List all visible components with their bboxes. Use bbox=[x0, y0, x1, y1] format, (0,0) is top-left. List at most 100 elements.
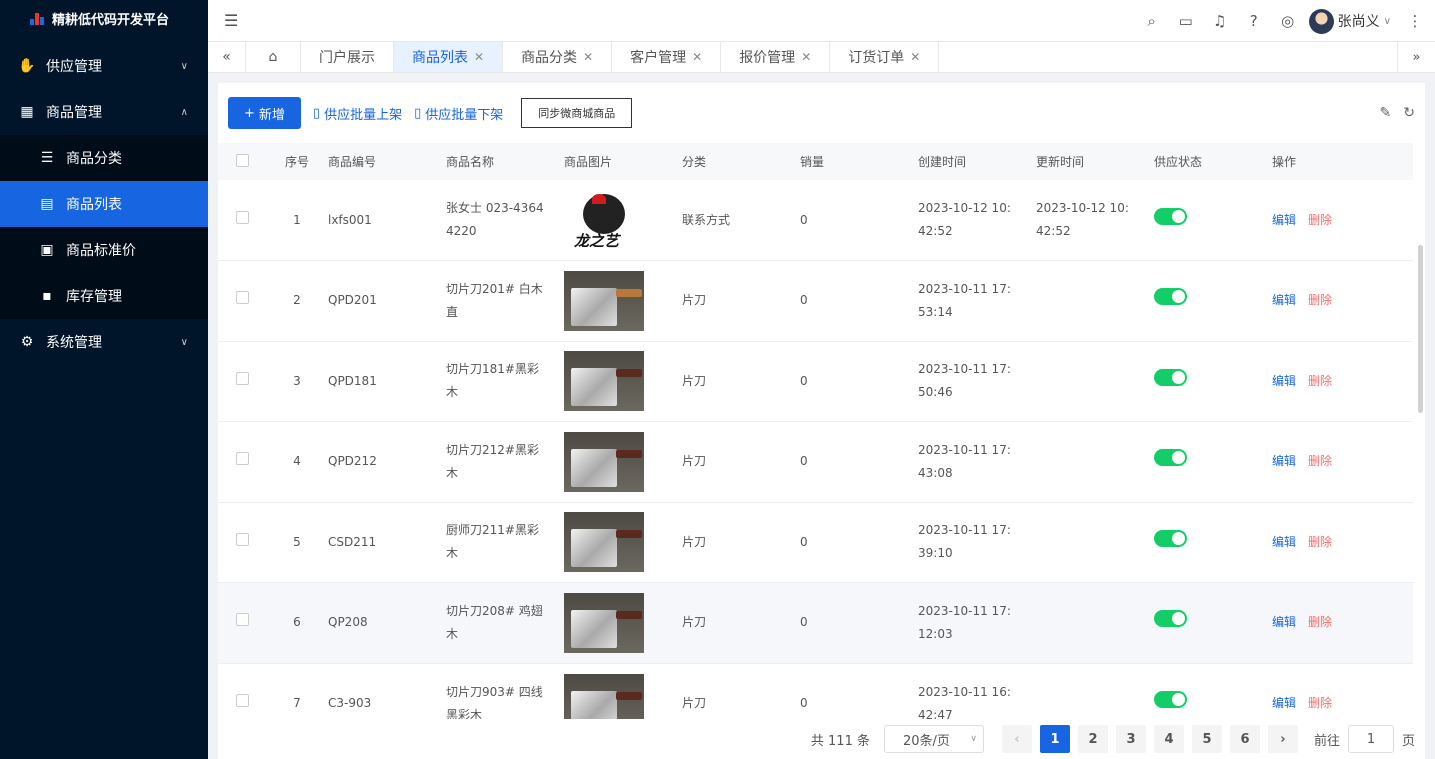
edit-button[interactable]: 编辑 bbox=[1272, 611, 1296, 634]
delete-button[interactable]: 删除 bbox=[1308, 450, 1332, 473]
message-icon[interactable]: ▭ bbox=[1169, 0, 1203, 42]
more-vertical-icon[interactable]: ⋮ bbox=[1405, 0, 1425, 42]
edit-button[interactable]: 编辑 bbox=[1272, 692, 1296, 715]
prev-page-button[interactable]: ‹ bbox=[1001, 725, 1032, 753]
page-button[interactable]: 4 bbox=[1153, 725, 1184, 753]
delete-button[interactable]: 删除 bbox=[1308, 289, 1332, 312]
user-menu[interactable]: 张尚义 ∨ bbox=[1308, 8, 1391, 34]
delete-button[interactable]: 删除 bbox=[1308, 370, 1332, 393]
sync-mall-button[interactable]: 同步微商城商品 bbox=[521, 98, 633, 128]
delete-button[interactable]: 删除 bbox=[1308, 611, 1332, 634]
row-checkbox[interactable] bbox=[236, 694, 249, 707]
delete-button[interactable]: 删除 bbox=[1308, 531, 1332, 554]
row-checkbox[interactable] bbox=[236, 532, 249, 546]
page-size-select[interactable]: 20条/页 ∨ bbox=[883, 725, 984, 753]
supply-status-switch[interactable] bbox=[1154, 368, 1187, 386]
row-checkbox[interactable] bbox=[236, 210, 249, 224]
product-image bbox=[564, 270, 644, 331]
add-button[interactable]: + 新增 bbox=[228, 97, 301, 129]
supply-status-switch[interactable] bbox=[1154, 691, 1187, 708]
sidebar-item-goods[interactable]: ▦ 商品管理 ∧ bbox=[0, 89, 208, 135]
page-button[interactable]: 6 bbox=[1229, 725, 1260, 753]
product-image bbox=[564, 512, 644, 573]
sidebar-item-label: 商品列表 bbox=[66, 197, 122, 213]
refresh-icon[interactable]: ↻ bbox=[1403, 105, 1415, 121]
batch-down-button[interactable]: ▯ 供应批量下架 bbox=[414, 104, 503, 123]
supply-status-switch[interactable] bbox=[1154, 610, 1187, 628]
row-no: 7 bbox=[293, 696, 301, 710]
goods-code: QPD212 bbox=[328, 421, 446, 503]
close-icon[interactable]: ✕ bbox=[583, 50, 593, 64]
edit-button[interactable]: 编辑 bbox=[1272, 531, 1296, 554]
close-icon[interactable]: ✕ bbox=[801, 50, 811, 64]
next-page-button[interactable]: › bbox=[1267, 725, 1298, 753]
page-button[interactable]: 3 bbox=[1115, 725, 1146, 753]
supply-status-switch[interactable] bbox=[1154, 207, 1187, 225]
tab-goods-list[interactable]: 商品列表 ✕ bbox=[394, 42, 504, 72]
globe-icon[interactable]: ◎ bbox=[1271, 0, 1305, 42]
goods-category: 片刀 bbox=[682, 696, 707, 710]
page-button[interactable]: 2 bbox=[1077, 725, 1108, 753]
sidebar-item-goods-list[interactable]: ▤ 商品列表 bbox=[0, 181, 208, 227]
delete-button[interactable]: 删除 bbox=[1308, 209, 1332, 232]
tabs-scroll-right-icon[interactable]: » bbox=[1397, 42, 1435, 72]
page-button[interactable]: 1 bbox=[1039, 725, 1070, 753]
row-checkbox[interactable] bbox=[236, 613, 249, 627]
table-container: 序号 商品编号 商品名称 商品图片 分类 销量 创建时间 更新时间 供应状态 操… bbox=[218, 143, 1425, 719]
tab-label: 客户管理 bbox=[630, 50, 687, 66]
row-no: 1 bbox=[266, 180, 328, 261]
close-icon[interactable]: ✕ bbox=[474, 50, 484, 64]
supply-status-switch[interactable] bbox=[1154, 529, 1187, 547]
tab-label: 商品列表 bbox=[412, 50, 468, 66]
goods-name: 厨师刀211#黑彩木 bbox=[446, 523, 539, 561]
row-checkbox[interactable] bbox=[236, 291, 249, 305]
price-icon: ▣ bbox=[40, 242, 54, 258]
logo-text: 龙之艺 bbox=[574, 232, 620, 250]
chevron-down-icon: ∨ bbox=[970, 734, 977, 744]
sidebar-item-standard-price[interactable]: ▣ 商品标准价 bbox=[0, 227, 208, 273]
help-icon[interactable]: ? bbox=[1237, 0, 1271, 42]
table-scrollbar[interactable] bbox=[1418, 245, 1423, 413]
select-all-checkbox[interactable] bbox=[236, 153, 249, 167]
col-header: 创建时间 bbox=[918, 155, 967, 169]
tab-quote[interactable]: 报价管理 ✕ bbox=[721, 42, 831, 72]
sliders-icon: ☰ bbox=[40, 150, 54, 166]
sidebar-item-label: 商品标准价 bbox=[66, 243, 136, 259]
edit-button[interactable]: 编辑 bbox=[1272, 289, 1296, 312]
tab-order[interactable]: 订货订单 ✕ bbox=[830, 42, 940, 72]
table-row: 1 lxfs001 张女士 023-43644220 龙之艺 联系方式 0 2023-10-… bbox=[218, 180, 1413, 261]
tab-goods-category[interactable]: 商品分类 ✕ bbox=[503, 42, 613, 72]
collapse-menu-icon[interactable]: ☰ bbox=[224, 11, 238, 30]
supply-status-switch[interactable] bbox=[1154, 288, 1187, 306]
close-icon[interactable]: ✕ bbox=[692, 50, 702, 64]
row-no: 2 bbox=[266, 260, 328, 342]
home-tab-icon[interactable]: ⌂ bbox=[246, 42, 301, 72]
tab-customer[interactable]: 客户管理 ✕ bbox=[612, 42, 722, 72]
edit-button[interactable]: 编辑 bbox=[1272, 209, 1296, 232]
sidebar-item-goods-category[interactable]: ☰ 商品分类 bbox=[0, 135, 208, 181]
delete-button[interactable]: 删除 bbox=[1308, 692, 1332, 715]
edit-button[interactable]: 编辑 bbox=[1272, 450, 1296, 473]
goods-category: 片刀 bbox=[682, 260, 800, 342]
goods-category: 片刀 bbox=[682, 582, 800, 664]
close-icon[interactable]: ✕ bbox=[910, 50, 920, 64]
sidebar-item-system[interactable]: ⚙ 系统管理 ∨ bbox=[0, 319, 208, 365]
row-checkbox[interactable] bbox=[236, 371, 249, 385]
col-header: 操作 bbox=[1272, 155, 1297, 169]
bell-icon[interactable]: ♫ bbox=[1203, 0, 1237, 42]
page-button[interactable]: 5 bbox=[1191, 725, 1222, 753]
edit-icon[interactable]: ✎ bbox=[1380, 105, 1392, 121]
tabs-scroll-left-icon[interactable]: « bbox=[208, 42, 246, 72]
search-icon[interactable]: ⌕ bbox=[1135, 0, 1169, 42]
row-checkbox[interactable] bbox=[236, 452, 249, 466]
row-no: 6 bbox=[266, 582, 328, 664]
tab-portal[interactable]: 门户展示 bbox=[301, 42, 394, 72]
edit-button[interactable]: 编辑 bbox=[1272, 370, 1296, 393]
goto-label: 前往 bbox=[1313, 733, 1340, 749]
sidebar-item-inventory[interactable]: ▪ 库存管理 bbox=[0, 273, 208, 319]
goto-page-input[interactable]: 1 bbox=[1347, 725, 1394, 753]
table-header-row: 序号 商品编号 商品名称 商品图片 分类 销量 创建时间 更新时间 供应状态 操… bbox=[218, 143, 1413, 180]
supply-status-switch[interactable] bbox=[1154, 449, 1187, 467]
batch-up-button[interactable]: ▯ 供应批量上架 bbox=[313, 104, 402, 123]
sidebar-item-supply[interactable]: ✋ 供应管理 ∨ bbox=[0, 43, 208, 89]
